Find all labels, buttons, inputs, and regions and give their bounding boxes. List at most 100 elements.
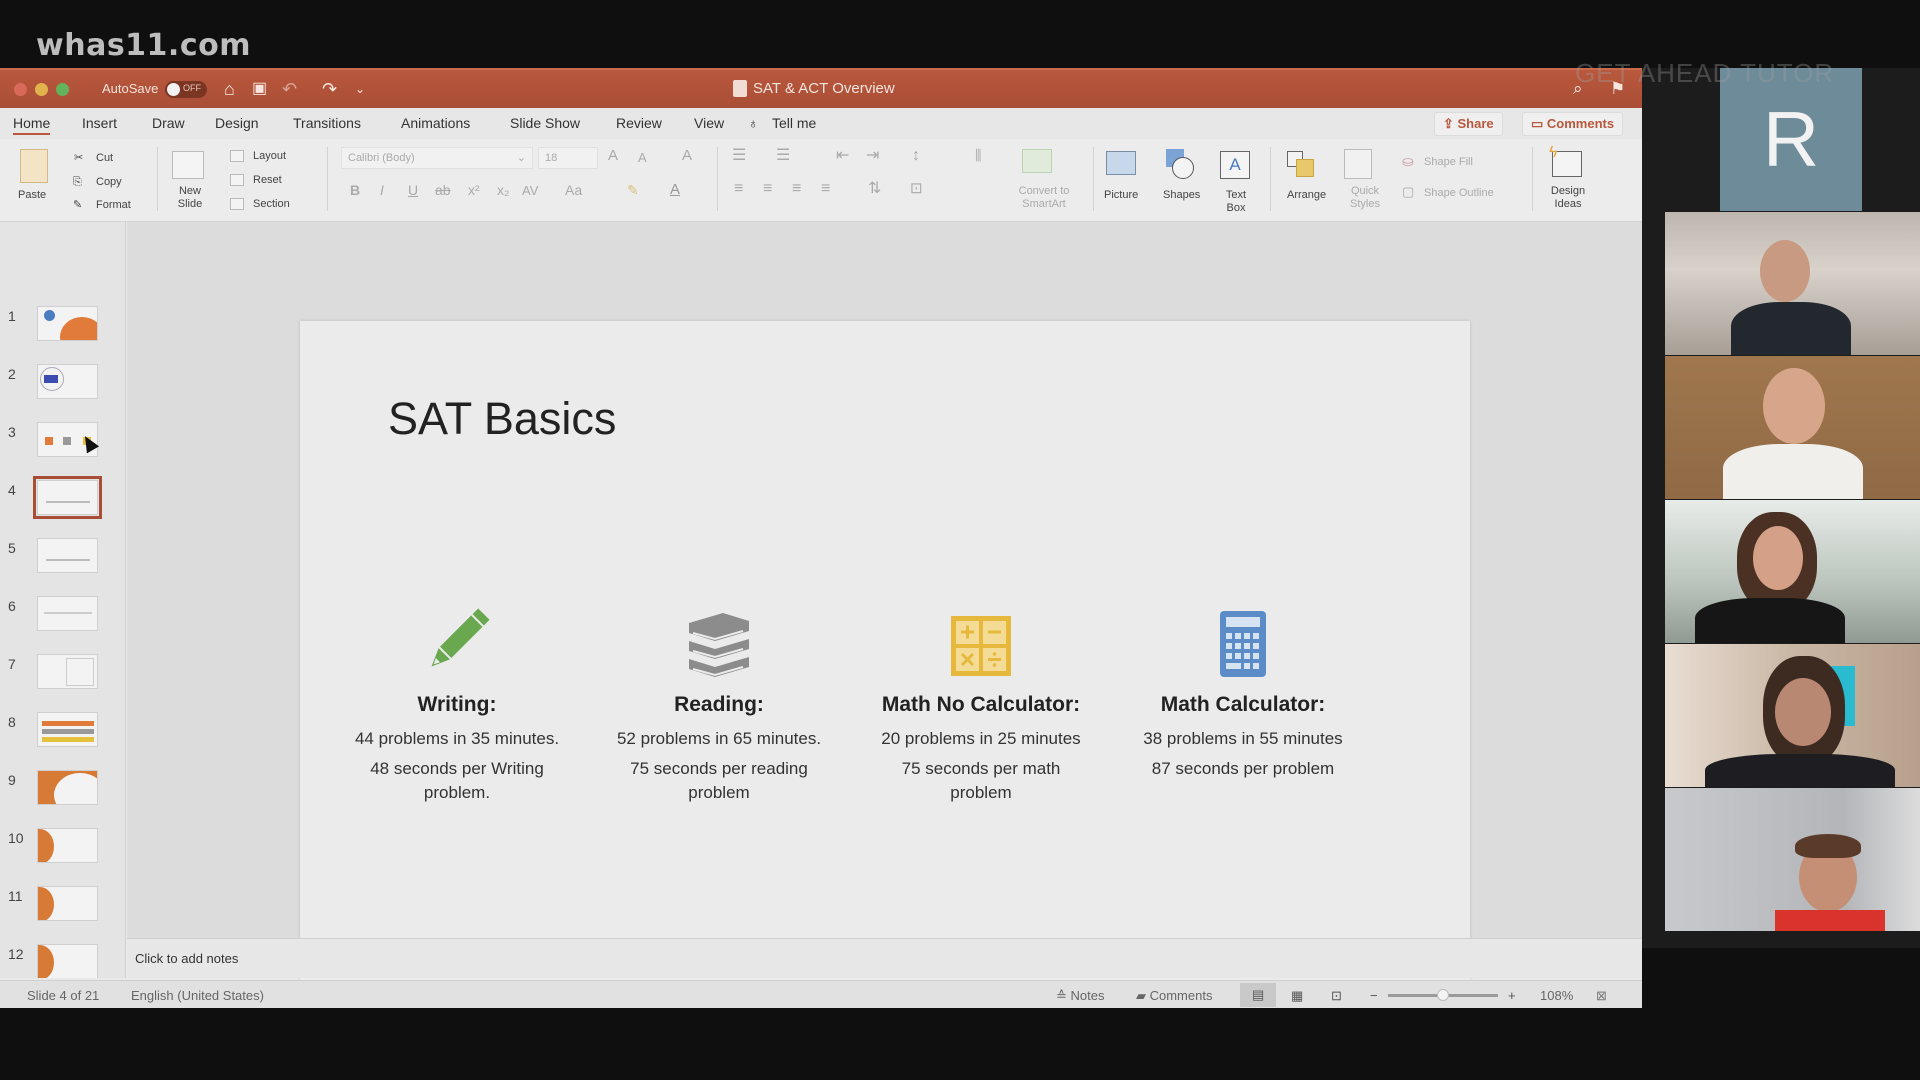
slide-thumbnail[interactable]: 2	[0, 364, 125, 422]
shapes-button[interactable]: Shapes	[1163, 189, 1200, 202]
superscript-button[interactable]: x²	[468, 183, 480, 197]
copy-button[interactable]: Copy	[96, 176, 122, 189]
layout-button[interactable]: Layout	[253, 150, 286, 163]
slide-thumbnail[interactable]: 7	[0, 654, 125, 712]
participant-video-tile[interactable]	[1665, 644, 1920, 787]
comments-button[interactable]: ▭ Comments	[1522, 112, 1624, 136]
font-size-select[interactable]: 18	[538, 147, 598, 169]
thumbnail-image[interactable]	[37, 596, 98, 631]
slide-thumbnail[interactable]: 5	[0, 538, 125, 596]
autosave-toggle[interactable]: OFF	[165, 81, 207, 98]
slide-thumbnail-selected[interactable]: 4	[0, 476, 125, 538]
share-button[interactable]: ⇪ Share	[1434, 112, 1503, 136]
slide-thumbnail[interactable]: 11	[0, 886, 125, 944]
slide-thumbnail[interactable]: 12	[0, 944, 125, 978]
notes-pane[interactable]: Click to add notes	[127, 938, 1642, 978]
text-box-icon[interactable]: A	[1220, 151, 1250, 179]
numbering-icon[interactable]: ☰	[776, 148, 790, 164]
change-case-button[interactable]: Aa	[565, 183, 582, 197]
slide-title[interactable]: SAT Basics	[388, 393, 616, 445]
font-color-button[interactable]: A	[670, 182, 680, 197]
thumbnail-image[interactable]	[37, 364, 98, 399]
convert-smartart-button[interactable]: Convert to SmartArt	[1010, 185, 1078, 211]
arrange-button[interactable]: Arrange	[1287, 189, 1326, 202]
bullets-icon[interactable]: ☰	[732, 148, 746, 164]
tab-view[interactable]: View	[694, 115, 724, 131]
quick-styles-icon[interactable]	[1344, 149, 1372, 179]
tab-review[interactable]: Review	[616, 115, 662, 131]
language-status[interactable]: English (United States)	[131, 988, 264, 1003]
section-math-calculator[interactable]: Math Calculator: 38 problems in 55 minut…	[1112, 605, 1374, 781]
section-reading[interactable]: Reading: 52 problems in 65 minutes. 75 s…	[588, 605, 850, 805]
tutor-avatar-tile[interactable]: R	[1720, 68, 1862, 211]
character-spacing-button[interactable]: AV	[522, 184, 538, 197]
thumbnail-image[interactable]	[37, 828, 98, 863]
section-math-no-calculator[interactable]: Math No Calculator: 20 problems in 25 mi…	[850, 605, 1112, 805]
section-button[interactable]: Section	[253, 198, 290, 211]
save-icon[interactable]: ▣	[252, 79, 267, 99]
paste-button[interactable]: Paste	[18, 189, 46, 202]
decrease-indent-icon[interactable]: ⇤	[836, 148, 849, 164]
underline-button[interactable]: U	[408, 183, 418, 197]
current-slide[interactable]: SAT Basics Writing: 44 problems in 35 mi…	[300, 321, 1470, 980]
font-name-select[interactable]: Calibri (Body) ⌄	[341, 147, 533, 169]
smartart-icon[interactable]	[1022, 149, 1052, 173]
increase-font-icon[interactable]: A	[608, 148, 618, 163]
slide-thumbnail[interactable]: 1	[0, 306, 125, 364]
clear-formatting-icon[interactable]: A	[682, 148, 692, 163]
maximize-window-button[interactable]	[56, 83, 69, 96]
normal-view-button[interactable]: ▤	[1240, 983, 1276, 1007]
zoom-slider-track[interactable]	[1388, 989, 1498, 1001]
slide-thumbnail[interactable]: 3	[0, 422, 125, 480]
home-icon[interactable]: ⌂	[224, 79, 235, 99]
tab-draw[interactable]: Draw	[152, 115, 185, 131]
slide-editor-canvas[interactable]: SAT Basics Writing: 44 problems in 35 mi…	[127, 222, 1642, 980]
participant-video-tile[interactable]	[1665, 212, 1920, 355]
close-window-button[interactable]	[14, 83, 27, 96]
shape-outline-button[interactable]: Shape Outline	[1424, 187, 1494, 200]
new-slide-button[interactable]: New Slide	[170, 185, 210, 211]
notes-toggle-button[interactable]: ≙ Notes	[1056, 988, 1104, 1004]
participant-video-tile[interactable]	[1665, 356, 1920, 499]
tab-home[interactable]: Home	[13, 115, 51, 135]
justify-icon[interactable]: ≡	[821, 181, 830, 197]
slide-thumbnail[interactable]: 9	[0, 770, 125, 828]
zoom-out-button[interactable]: −	[1370, 988, 1378, 1003]
italic-button[interactable]: I	[380, 183, 384, 197]
highlight-icon[interactable]: ✎	[627, 183, 639, 197]
line-spacing-icon[interactable]: ↕	[912, 148, 920, 164]
comments-toggle-button[interactable]: ▰ Comments	[1136, 988, 1212, 1004]
text-box-button[interactable]: Text Box	[1222, 189, 1250, 215]
zoom-in-button[interactable]: +	[1508, 988, 1516, 1003]
strikethrough-button[interactable]: ab	[435, 183, 451, 197]
tab-transitions[interactable]: Transitions	[293, 115, 361, 131]
minimize-window-button[interactable]	[35, 83, 48, 96]
slide-thumbnail[interactable]: 10	[0, 828, 125, 886]
thumbnail-image[interactable]	[37, 886, 98, 921]
picture-icon[interactable]	[1106, 151, 1136, 175]
zoom-level[interactable]: 108%	[1540, 988, 1573, 1003]
format-painter-button[interactable]: Format	[96, 199, 131, 212]
tab-animations[interactable]: Animations	[401, 115, 470, 131]
customize-toolbar-icon[interactable]: ⌄	[355, 79, 365, 99]
tab-slide-show[interactable]: Slide Show	[510, 115, 580, 131]
increase-indent-icon[interactable]: ⇥	[866, 148, 879, 164]
tab-insert[interactable]: Insert	[82, 115, 117, 131]
participant-video-tile[interactable]	[1665, 500, 1920, 643]
design-ideas-icon[interactable]: ϟ	[1549, 144, 1582, 177]
align-text-icon[interactable]: ⊡	[910, 181, 923, 196]
fit-to-window-icon[interactable]: ⊠	[1596, 988, 1607, 1004]
presenter-view-icon[interactable]: ⊡	[1331, 988, 1342, 1004]
thumbnail-image[interactable]	[37, 770, 98, 805]
bold-button[interactable]: B	[350, 183, 360, 197]
cut-button[interactable]: Cut	[96, 152, 113, 165]
columns-icon[interactable]: ⫼	[975, 148, 981, 162]
align-center-icon[interactable]: ≡	[763, 181, 772, 197]
tell-me-search[interactable]: Tell me	[772, 115, 816, 131]
design-ideas-button[interactable]: Design Ideas	[1547, 185, 1589, 211]
align-right-icon[interactable]: ≡	[792, 181, 801, 197]
quick-styles-button[interactable]: Quick Styles	[1348, 185, 1382, 211]
decrease-font-icon[interactable]: A	[638, 151, 647, 164]
section-writing[interactable]: Writing: 44 problems in 35 minutes. 48 s…	[326, 605, 588, 805]
picture-button[interactable]: Picture	[1104, 189, 1138, 202]
